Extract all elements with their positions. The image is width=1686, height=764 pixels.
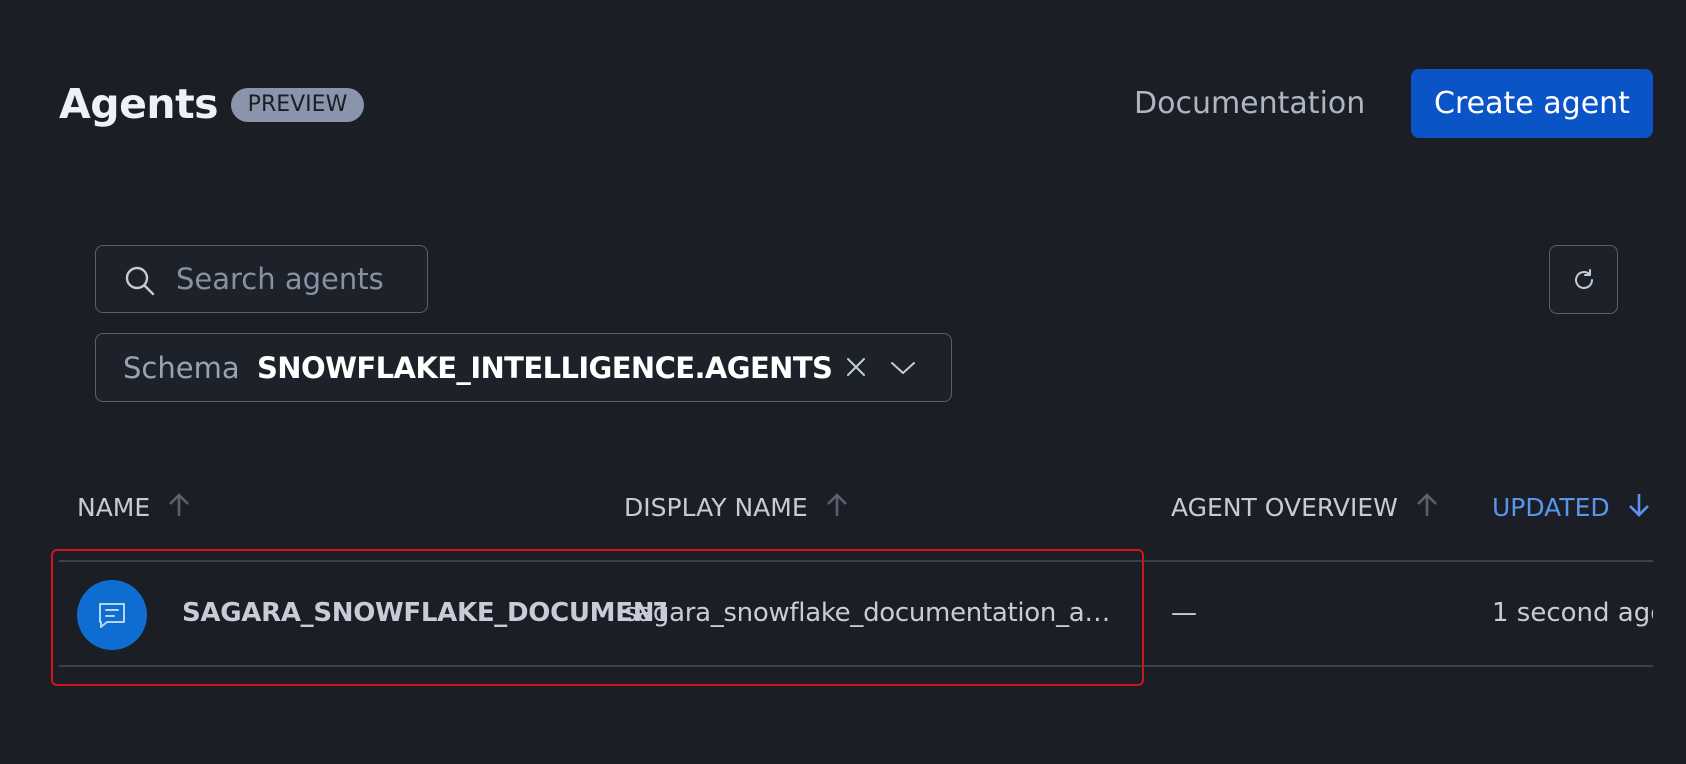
documentation-link[interactable]: Documentation	[1134, 84, 1365, 124]
sort-down-icon	[1628, 492, 1650, 527]
column-header-agent-overview[interactable]: AGENT OVERVIEW	[1171, 491, 1438, 527]
column-header-label: NAME	[77, 493, 151, 522]
preview-badge: PREVIEW	[231, 88, 364, 122]
agent-name[interactable]: SAGARA_SNOWFLAKE_DOCUMENTATION_AGENT	[182, 595, 666, 631]
column-header-updated[interactable]: UPDATED	[1492, 491, 1650, 527]
agents-page: Agents PREVIEW Documentation Create agen…	[0, 0, 1686, 764]
agent-updated: 1 second ago	[1492, 598, 1653, 628]
search-icon	[124, 265, 156, 297]
sort-up-icon	[168, 492, 190, 527]
sort-up-icon	[1416, 492, 1438, 527]
search-input[interactable]	[174, 258, 418, 300]
table-row[interactable]: SAGARA_SNOWFLAKE_DOCUMENTATION_AGENT sag…	[59, 562, 1653, 665]
refresh-icon	[1575, 269, 1593, 289]
refresh-button[interactable]	[1549, 245, 1618, 314]
search-box[interactable]	[95, 245, 428, 313]
sort-up-icon	[826, 492, 848, 527]
schema-filter-label: Schema	[123, 351, 240, 385]
schema-filter[interactable]: Schema SNOWFLAKE_INTELLIGENCE.AGENTS	[95, 333, 952, 402]
column-header-name[interactable]: NAME	[77, 491, 190, 527]
column-header-label: DISPLAY NAME	[624, 493, 808, 522]
clear-icon[interactable]	[844, 355, 868, 383]
page-title: Agents	[59, 80, 219, 128]
avatar	[77, 580, 147, 650]
table-divider	[59, 665, 1653, 667]
schema-filter-value: SNOWFLAKE_INTELLIGENCE.AGENTS	[257, 351, 833, 385]
agent-display-name: sagara_snowflake_documentation_agent	[624, 598, 1124, 628]
column-header-display-name[interactable]: DISPLAY NAME	[624, 491, 848, 527]
chat-icon	[99, 603, 125, 628]
column-header-label: UPDATED	[1492, 493, 1610, 522]
agent-overview: —	[1171, 598, 1197, 628]
chevron-down-icon[interactable]	[890, 356, 916, 384]
column-header-label: AGENT OVERVIEW	[1171, 493, 1398, 522]
create-agent-button[interactable]: Create agent	[1411, 69, 1653, 138]
